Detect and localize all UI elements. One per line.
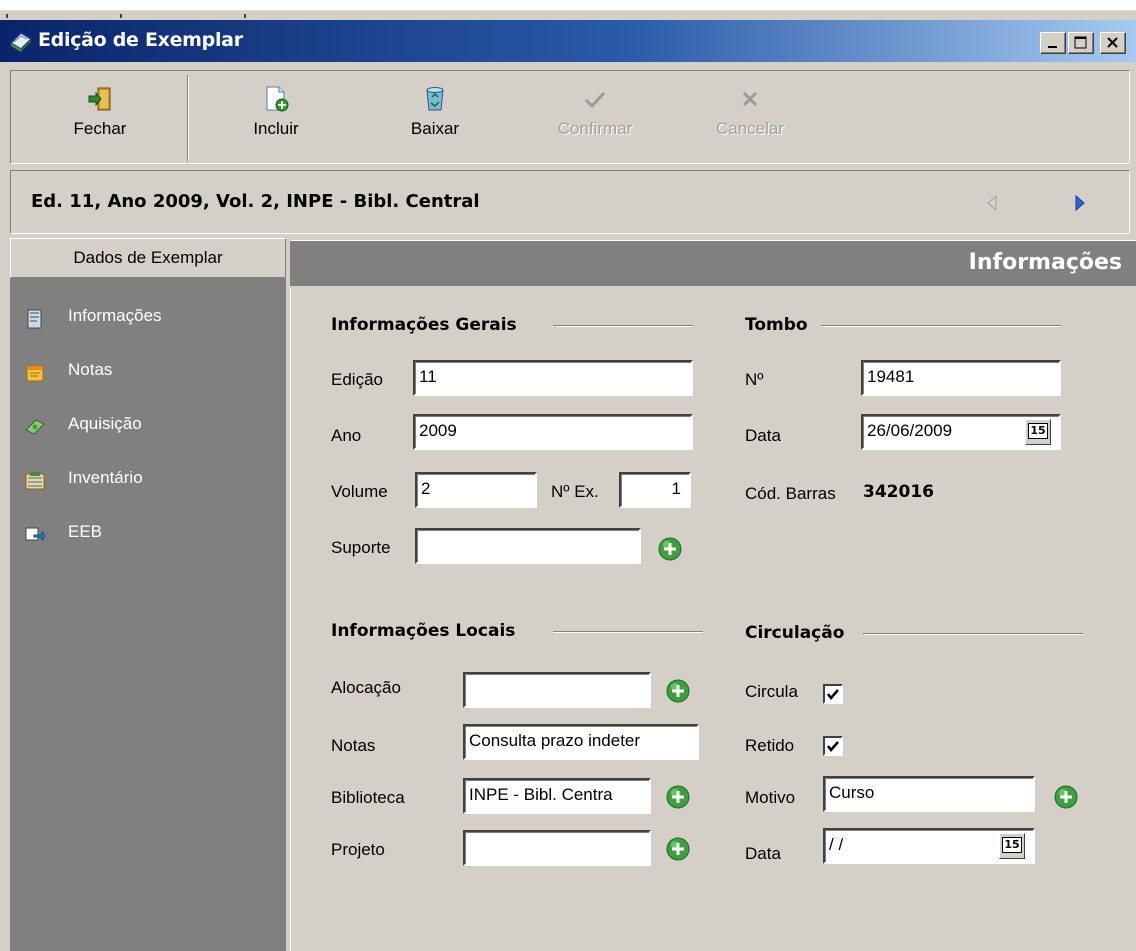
incluir-label: Incluir	[253, 119, 299, 138]
checkmark-icon	[827, 689, 839, 700]
add-projeto-button[interactable]	[665, 836, 691, 862]
sidebar-item-label: Aquisição	[68, 414, 142, 433]
section-title-locais: Informações Locais	[331, 621, 516, 641]
section-divider	[821, 325, 1061, 327]
exit-door-icon	[88, 87, 111, 111]
minimize-icon	[1048, 46, 1057, 48]
section-title-tombo: Tombo	[745, 315, 808, 335]
tab-strip-line	[0, 10, 1136, 20]
cancelar-label: Cancelar	[715, 119, 785, 138]
inventory-icon	[25, 472, 45, 490]
edicao-label: Edição	[331, 370, 383, 389]
alocacao-label: Alocação	[331, 678, 401, 697]
tombo-numero-label: Nº	[745, 370, 764, 389]
nex-field[interactable]: 1	[619, 472, 691, 508]
retido-label: Retido	[745, 736, 795, 755]
biblioteca-label: Biblioteca	[331, 788, 405, 807]
incluir-button[interactable]: Incluir	[231, 79, 321, 155]
ano-field[interactable]: 2009	[413, 414, 693, 450]
baixar-label: Baixar	[410, 119, 460, 138]
previous-record-icon[interactable]	[983, 193, 1001, 213]
calendar-icon: 15	[1002, 837, 1022, 853]
money-icon	[25, 419, 45, 435]
document-icon	[27, 309, 42, 329]
section-title-circulacao: Circulação	[745, 623, 845, 643]
circula-checkbox[interactable]	[823, 684, 843, 704]
projeto-label: Projeto	[331, 840, 385, 859]
ano-label: Ano	[331, 426, 362, 445]
tombo-calendar-button[interactable]: 15	[1025, 419, 1051, 445]
confirmar-button[interactable]: Confirmar	[545, 79, 645, 155]
checkmark-icon	[827, 741, 839, 752]
circulacao-calendar-button[interactable]: 15	[999, 833, 1025, 859]
content-panel: Informações Gerais Edição 11 Ano 2009 Vo…	[290, 288, 1136, 951]
suporte-label: Suporte	[331, 538, 391, 557]
projeto-field[interactable]	[463, 830, 651, 866]
toolbar: Fechar Incluir Baixar Confirmar Cancelar	[10, 70, 1130, 164]
close-button[interactable]	[1100, 32, 1126, 54]
calendar-icon: 15	[1028, 423, 1048, 439]
section-title-gerais: Informações Gerais	[331, 315, 517, 335]
barras-value: 342016	[863, 482, 934, 502]
add-suporte-button[interactable]	[657, 536, 683, 562]
close-icon	[1107, 37, 1118, 48]
section-divider	[553, 631, 703, 633]
circula-label: Circula	[745, 682, 798, 701]
sidebar-header: Dados de Exemplar	[10, 238, 286, 278]
content-title: Informações	[968, 250, 1122, 275]
section-divider	[863, 633, 1083, 635]
notas-label: Notas	[331, 736, 376, 755]
baixar-button[interactable]: Baixar	[395, 79, 475, 155]
add-motivo-button[interactable]	[1053, 784, 1079, 810]
biblioteca-field[interactable]: INPE - Bibl. Centra	[463, 778, 651, 814]
fechar-label: Fechar	[73, 119, 127, 138]
alocacao-field[interactable]	[463, 672, 651, 708]
next-record-icon[interactable]	[1071, 193, 1089, 213]
cancelar-button[interactable]: Cancelar	[705, 79, 795, 155]
maximize-button[interactable]	[1068, 32, 1094, 54]
sidebar-item-label: Informações	[68, 306, 162, 325]
motivo-field[interactable]: Curso	[823, 776, 1035, 812]
tombo-data-label: Data	[745, 426, 781, 445]
window-titlebar[interactable]: Edição de Exemplar	[0, 20, 1136, 62]
tab-edge	[120, 14, 122, 18]
transfer-icon	[25, 527, 46, 542]
record-bar: Ed. 11, Ano 2009, Vol. 2, INPE - Bibl. C…	[10, 170, 1130, 234]
volume-field[interactable]: 2	[415, 472, 537, 508]
toolbar-separator	[187, 75, 189, 161]
barras-label: Cód. Barras	[745, 484, 836, 503]
book-icon	[9, 32, 33, 52]
recycle-bin-icon	[426, 87, 444, 111]
new-document-icon	[266, 86, 289, 112]
nex-label: Nº Ex.	[551, 482, 599, 501]
minimize-button[interactable]	[1040, 32, 1066, 54]
tab-edge	[244, 14, 246, 18]
add-biblioteca-button[interactable]	[665, 784, 691, 810]
sidebar-item-label: EEB	[68, 522, 103, 541]
circulacao-data-label: Data	[745, 844, 781, 863]
notas-field[interactable]: Consulta prazo indeter	[463, 724, 699, 760]
tombo-numero-field[interactable]: 19481	[861, 360, 1061, 396]
content-header: Informações	[290, 240, 1136, 286]
retido-checkbox[interactable]	[823, 736, 843, 756]
sidebar-item-label: Inventário	[68, 468, 143, 487]
notes-icon	[26, 365, 44, 382]
add-alocacao-button[interactable]	[665, 678, 691, 704]
record-title: Ed. 11, Ano 2009, Vol. 2, INPE - Bibl. C…	[31, 191, 480, 212]
sidebar: Dados de Exemplar Informações Notas Aqui…	[10, 238, 286, 951]
edicao-field[interactable]: 11	[413, 360, 693, 396]
cancel-x-icon	[742, 91, 758, 107]
tab-edge	[6, 14, 8, 18]
section-divider	[553, 325, 693, 327]
window-title: Edição de Exemplar	[38, 29, 243, 51]
tab-strip	[0, 0, 1136, 20]
maximize-icon	[1074, 36, 1087, 49]
motivo-label: Motivo	[745, 788, 796, 807]
suporte-field[interactable]	[415, 528, 641, 564]
volume-label: Volume	[331, 482, 388, 501]
fechar-button[interactable]: Fechar	[57, 79, 143, 155]
checkmark-icon	[584, 91, 606, 109]
sidebar-item-label: Notas	[68, 360, 113, 379]
confirmar-label: Confirmar	[557, 119, 633, 138]
